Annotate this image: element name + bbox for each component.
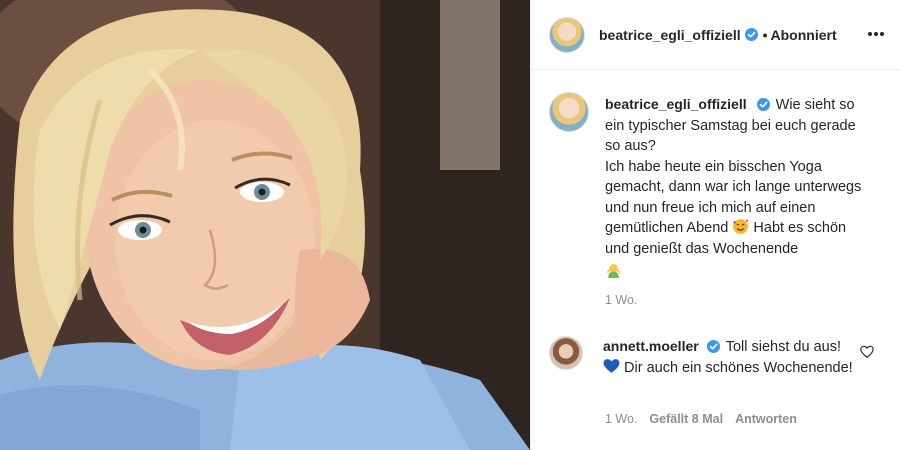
caption-timestamp[interactable]: 1 Wo. — [605, 293, 637, 307]
caption-time-text: 1 Wo. — [605, 293, 638, 307]
post-side-panel: beatrice_egli_offiziell • Abonniert beat… — [530, 0, 900, 450]
comment-timestamp[interactable]: 1 Wo. — [605, 412, 637, 426]
caption: beatrice_egli_offiziell Wie sieht so ein… — [549, 92, 889, 283]
caption-text: Wie sieht so ein typischer Samstag bei e… — [605, 97, 862, 236]
comment-meta: 1 Wo. Gefällt 8 Mal Antworten — [605, 412, 797, 426]
heart-outline-icon[interactable] — [860, 345, 874, 359]
person-emoji — [606, 264, 621, 278]
reply-button[interactable]: Antworten — [735, 412, 797, 426]
header-username[interactable]: beatrice_egli_offiziell — [599, 27, 741, 43]
more-horizontal-icon[interactable] — [867, 24, 885, 44]
author-avatar[interactable] — [549, 16, 585, 53]
caption-avatar[interactable] — [549, 92, 589, 132]
instagram-post: beatrice_egli_offiziell • Abonniert beat… — [0, 0, 900, 450]
portrait-image — [0, 0, 530, 450]
caption-body: beatrice_egli_offiziell Wie sieht so ein… — [605, 94, 873, 283]
comment-body: annett.moeller Toll siehst du aus! Dir a… — [603, 336, 853, 378]
post-photo[interactable] — [0, 0, 530, 450]
verified-badge-icon — [756, 98, 770, 111]
caption-username[interactable]: beatrice_egli_offiziell — [605, 96, 747, 112]
comment-text: Toll siehst du aus! — [725, 339, 841, 355]
comment-username[interactable]: annett.moeller — [603, 338, 699, 354]
blue-heart-emoji — [603, 358, 620, 373]
comment: annett.moeller Toll siehst du aus! Dir a… — [549, 336, 889, 378]
commenter-avatar[interactable] — [549, 336, 583, 370]
post-header: beatrice_egli_offiziell • Abonniert — [531, 0, 900, 70]
follow-status-button[interactable]: Abonniert — [771, 27, 837, 43]
verified-badge-icon — [744, 28, 758, 41]
comment-text-end: Dir auch ein schönes Wochenende! — [620, 359, 853, 376]
verified-badge-icon — [706, 340, 720, 353]
smiling-face-with-hearts-emoji — [733, 219, 749, 234]
header-separator: • — [762, 26, 768, 43]
comment-likes[interactable]: Gefällt 8 Mal — [649, 412, 723, 426]
